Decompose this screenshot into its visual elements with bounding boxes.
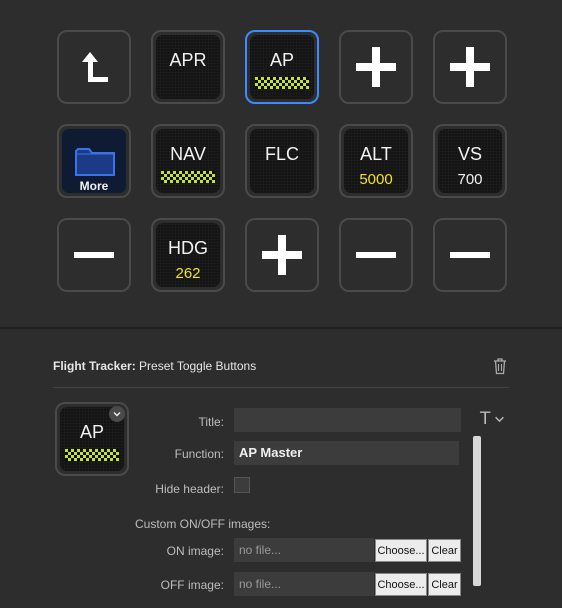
title-label: Title: [198,415,224,429]
hdg-label: HDG [168,238,208,258]
trash-icon[interactable] [492,357,508,375]
off-image-clear-button[interactable]: Clear [428,573,461,596]
plus-icon [356,47,396,87]
more-folder-key[interactable]: More [57,124,131,198]
hide-header-checkbox[interactable] [234,477,250,493]
inspector-scrollbar[interactable] [473,436,481,586]
ap-key[interactable]: AP [245,30,319,104]
vs-key[interactable]: VS 700 [433,124,507,198]
state-chevron-button[interactable] [109,406,125,422]
hide-header-label: Hide header: [155,482,224,496]
hdg-value: 262 [175,265,201,282]
alt-label: ALT [360,144,392,164]
plus-key-1[interactable] [339,30,413,104]
back-key[interactable] [57,30,131,104]
preview-label: AP [79,422,104,442]
ap-status-indicator [255,77,309,89]
vs-label: VS [457,144,482,164]
off-image-input[interactable]: no file... [234,572,374,596]
inspector-header: Flight Tracker: Preset Toggle Buttons [53,359,256,373]
plus-key-2[interactable] [433,30,507,104]
alt-key[interactable]: ALT 5000 [339,124,413,198]
action-name: Preset Toggle Buttons [139,359,257,373]
flc-key[interactable]: FLC [245,124,319,198]
function-label: Function: [174,447,224,461]
minus-key-2[interactable] [339,218,413,292]
apr-label: APR [169,50,207,70]
nav-status-indicator [161,171,215,183]
off-image-choose-button[interactable]: Choose... [375,573,427,596]
title-input[interactable] [234,408,461,432]
plugin-name: Flight Tracker: [53,359,136,373]
plus-icon [450,47,490,87]
key-preview[interactable]: AP [55,402,129,476]
nav-label: NAV [170,144,206,164]
text-format-button[interactable]: T [480,409,510,429]
apr-key[interactable]: APR [151,30,225,104]
on-image-clear-button[interactable]: Clear [428,539,461,562]
plus-key-3[interactable] [245,218,319,292]
minus-icon [450,252,490,258]
alt-value: 5000 [359,171,393,188]
property-inspector: Flight Tracker: Preset Toggle Buttons AP… [0,329,562,608]
minus-icon [356,252,396,258]
nav-key[interactable]: NAV [151,124,225,198]
ap-label: AP [269,50,294,70]
more-label: More [79,179,109,193]
custom-images-label: Custom ON/OFF images: [135,517,271,531]
plus-icon [262,235,302,275]
on-image-choose-button[interactable]: Choose... [375,539,427,562]
on-image-label: ON image: [166,544,224,558]
on-image-input[interactable]: no file... [234,538,374,562]
off-image-label: OFF image: [160,578,224,592]
vs-value: 700 [457,171,483,188]
chevron-down-icon [113,412,121,417]
key-grid: APR AP More NAV FLC ALT 5000 VS 700 HDG … [0,0,562,327]
text-format-icon: T [480,409,491,429]
function-input[interactable]: AP Master [234,441,459,465]
header-rule [53,387,509,388]
chevron-down-icon [495,416,505,422]
minus-key-1[interactable] [57,218,131,292]
hdg-key[interactable]: HDG 262 [151,218,225,292]
minus-key-3[interactable] [433,218,507,292]
flc-label: FLC [264,144,299,164]
minus-icon [74,252,114,258]
back-arrow-icon [82,52,108,82]
preview-status-indicator [65,449,119,461]
folder-icon [75,148,115,176]
